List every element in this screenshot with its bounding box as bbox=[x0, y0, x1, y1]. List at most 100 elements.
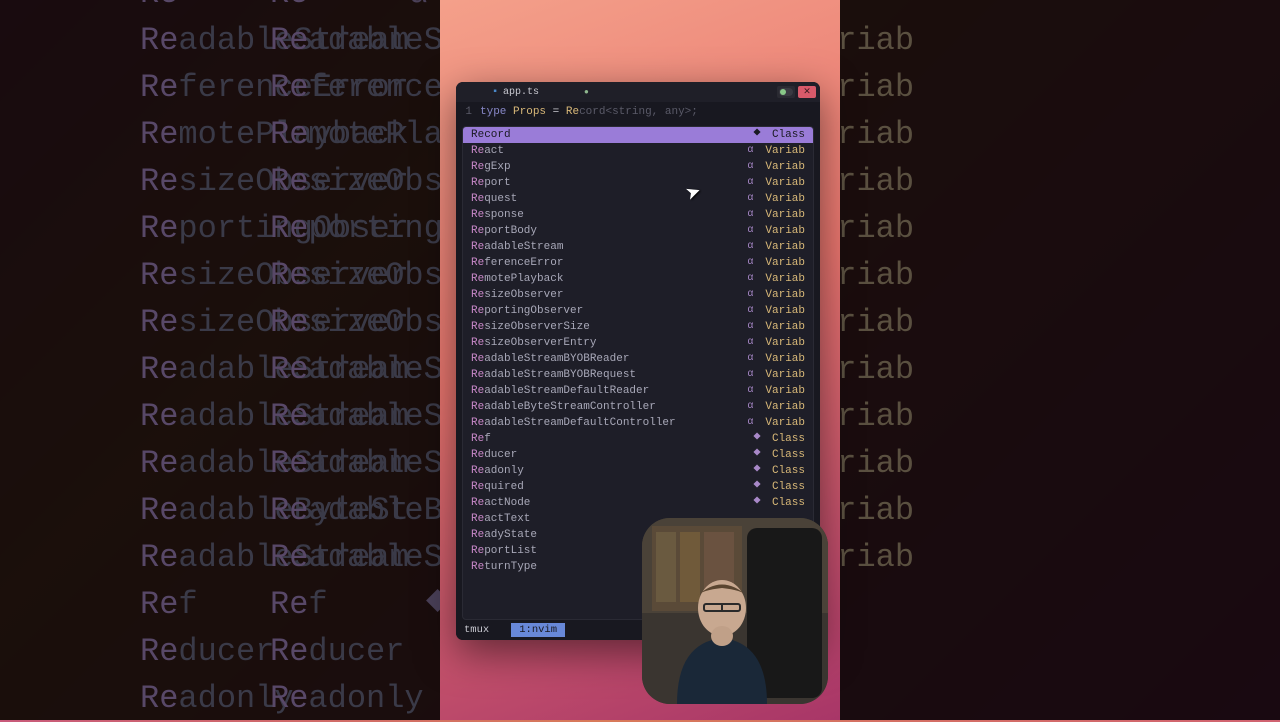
completion-item[interactable]: Record⯁Class bbox=[463, 127, 813, 143]
kind-icon: α bbox=[745, 239, 755, 255]
completion-match: Re bbox=[471, 207, 484, 223]
type-identifier: Props bbox=[513, 106, 546, 118]
completion-rest: adableStreamDefaultController bbox=[484, 415, 675, 431]
kind-icon: α bbox=[745, 335, 755, 351]
tab-filename: app.ts bbox=[503, 87, 539, 98]
kind-icon: α bbox=[745, 271, 755, 287]
code-area[interactable]: 1 type Props = Record<string, any>; bbox=[456, 102, 820, 122]
close-button[interactable]: ✕ bbox=[798, 86, 816, 98]
completion-item[interactable]: ReadableStreamDefaultReaderαVariab bbox=[463, 383, 813, 399]
completion-rest: quest bbox=[484, 191, 517, 207]
completion-kind: Variab bbox=[765, 255, 805, 271]
kind-icon: α bbox=[745, 399, 755, 415]
ghost-text: cord<string, any>; bbox=[579, 106, 698, 118]
completion-item[interactable]: ResizeObserverSizeαVariab bbox=[463, 319, 813, 335]
editor-tab[interactable]: ▪ app.ts ● bbox=[492, 87, 589, 98]
kind-icon: α bbox=[745, 143, 755, 159]
kind-icon: ⯁ bbox=[752, 495, 762, 511]
completion-rest: adableStreamDefaultReader bbox=[484, 383, 649, 399]
completion-item[interactable]: RegExpαVariab bbox=[463, 159, 813, 175]
completion-match: Re bbox=[471, 175, 484, 191]
completion-kind: Variab bbox=[765, 239, 805, 255]
completion-item[interactable]: Required ⯁ Class bbox=[463, 479, 813, 495]
kind-icon: ⯁ bbox=[752, 127, 762, 143]
completion-rest: actText bbox=[484, 511, 530, 527]
completion-rest: turnType bbox=[484, 559, 537, 575]
completion-item[interactable]: ReadableStreamDefaultControllerαVariab bbox=[463, 415, 813, 431]
completion-kind: Class bbox=[772, 431, 805, 447]
completion-match: Re bbox=[471, 479, 484, 495]
completion-item[interactable]: ReportingObserverαVariab bbox=[463, 303, 813, 319]
completion-item[interactable]: ReadableByteStreamControllerαVariab bbox=[463, 399, 813, 415]
completion-kind: Variab bbox=[765, 159, 805, 175]
code-line: 1 type Props = Record<string, any>; bbox=[462, 104, 814, 120]
titlebar: ▪ app.ts ● ✕ bbox=[456, 82, 820, 102]
completion-rest: act bbox=[484, 143, 504, 159]
completion-rest: sizeObserver bbox=[484, 287, 563, 303]
completion-item[interactable]: ReactNode⯁Class bbox=[463, 495, 813, 511]
kind-icon: α bbox=[745, 383, 755, 399]
completion-item[interactable]: React α Variab bbox=[463, 143, 813, 159]
completion-item[interactable]: ResizeObserverαVariab bbox=[463, 287, 813, 303]
letterbox-right: ReαVariabReadableStreamαVariabReferenceE… bbox=[840, 0, 1280, 720]
completion-kind: Variab bbox=[765, 415, 805, 431]
completion-kind: Variab bbox=[765, 191, 805, 207]
completion-rest: quired bbox=[484, 479, 524, 495]
ts-file-icon: ▪ bbox=[492, 87, 498, 98]
keyword-type: type bbox=[480, 106, 506, 118]
completion-match: Re bbox=[471, 543, 484, 559]
completion-rest: adableStream bbox=[484, 239, 563, 255]
completion-kind: Variab bbox=[765, 351, 805, 367]
completion-item[interactable]: Reducer⯁Class bbox=[463, 447, 813, 463]
completion-item[interactable]: ResponseαVariab bbox=[463, 207, 813, 223]
completion-kind: Variab bbox=[765, 383, 805, 399]
completion-kind: Variab bbox=[765, 319, 805, 335]
completion-rest: sizeObserverEntry bbox=[484, 335, 596, 351]
completion-kind: Variab bbox=[765, 143, 805, 159]
completion-item[interactable]: ResizeObserverEntryαVariab bbox=[463, 335, 813, 351]
completion-kind: Class bbox=[772, 479, 805, 495]
kind-icon: α bbox=[745, 191, 755, 207]
completion-item[interactable]: RemotePlaybackαVariab bbox=[463, 271, 813, 287]
completion-match: Re bbox=[471, 431, 484, 447]
completion-item[interactable]: RequestαVariab bbox=[463, 191, 813, 207]
toggle-button[interactable] bbox=[777, 86, 795, 98]
kind-icon: α bbox=[745, 207, 755, 223]
kind-icon: α bbox=[745, 159, 755, 175]
kind-icon: ⯁ bbox=[752, 431, 762, 447]
webcam-overlay bbox=[642, 518, 828, 704]
completion-item[interactable]: Ref⯁Class bbox=[463, 431, 813, 447]
completion-match: Re bbox=[471, 447, 484, 463]
completion-rest: actNode bbox=[484, 495, 530, 511]
completion-match: Re bbox=[471, 287, 484, 303]
completion-kind: Variab bbox=[765, 223, 805, 239]
completion-kind: Class bbox=[772, 447, 805, 463]
completion-match: Re bbox=[471, 127, 484, 143]
completion-match: Re bbox=[471, 255, 484, 271]
completion-item[interactable]: ReferenceErrorαVariab bbox=[463, 255, 813, 271]
status-window-tab[interactable]: 1:nvim bbox=[511, 623, 565, 637]
completion-match: Re bbox=[471, 143, 484, 159]
completion-match: Re bbox=[471, 319, 484, 335]
completion-match: Re bbox=[471, 351, 484, 367]
kind-icon: α bbox=[745, 367, 755, 383]
kind-icon: ⯁ bbox=[752, 479, 762, 495]
completion-item[interactable]: Readonly⯁Class bbox=[463, 463, 813, 479]
completion-item[interactable]: ReadableStreamBYOBReaderαVariab bbox=[463, 351, 813, 367]
completion-match: Re bbox=[471, 511, 484, 527]
completion-item[interactable]: ReadableStreamαVariab bbox=[463, 239, 813, 255]
completion-match: Re bbox=[471, 303, 484, 319]
completion-rest: adyState bbox=[484, 527, 537, 543]
kind-icon: α bbox=[745, 415, 755, 431]
completion-item[interactable]: ReadableStreamBYOBRequestαVariab bbox=[463, 367, 813, 383]
completion-item[interactable]: ReportαVariab bbox=[463, 175, 813, 191]
completion-match: Re bbox=[471, 367, 484, 383]
completion-rest: adableStreamBYOBReader bbox=[484, 351, 629, 367]
completion-item[interactable]: ReportBodyαVariab bbox=[463, 223, 813, 239]
completion-rest: motePlayback bbox=[484, 271, 563, 287]
completion-kind: Class bbox=[772, 463, 805, 479]
completion-rest: adableStreamBYOBRequest bbox=[484, 367, 636, 383]
window-buttons: ✕ bbox=[777, 86, 816, 98]
modified-dot-icon: ● bbox=[584, 88, 589, 97]
completion-match: Re bbox=[471, 463, 484, 479]
